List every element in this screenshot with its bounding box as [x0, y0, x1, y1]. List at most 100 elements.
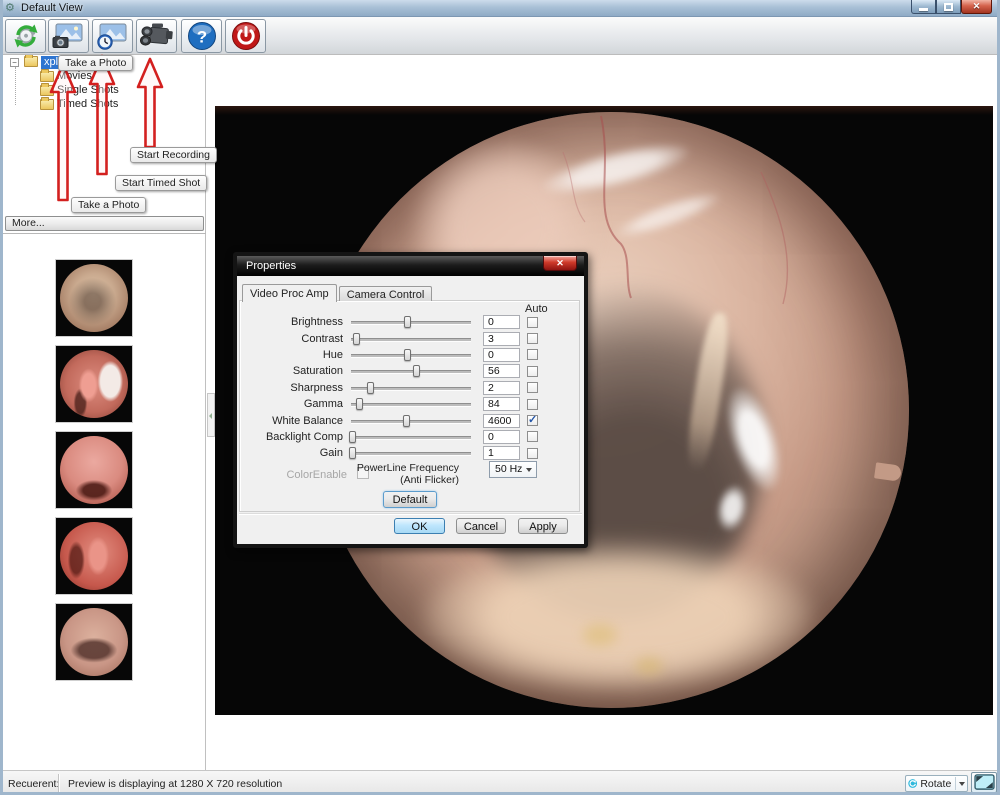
sharpness-value-field[interactable]: 2: [483, 381, 520, 395]
ok-button[interactable]: OK: [394, 518, 445, 534]
contrast-slider-thumb[interactable]: [353, 333, 360, 345]
timed-photo-button[interactable]: [92, 19, 133, 53]
white-balance-slider[interactable]: [351, 414, 471, 428]
nasopharynx-thumbnail[interactable]: [55, 603, 133, 681]
tree-connector: [15, 67, 16, 105]
dialog-titlebar[interactable]: Properties: [237, 256, 584, 276]
rotate-dropdown-icon[interactable]: [959, 782, 965, 786]
minimize-icon: [919, 8, 928, 11]
sharpness-auto-checkbox[interactable]: [527, 382, 538, 393]
slider-row-saturation: Saturation 56: [237, 363, 584, 379]
hue-slider-thumb[interactable]: [404, 349, 411, 361]
sharpness-slider-thumb[interactable]: [367, 382, 374, 394]
saturation-value-field[interactable]: 56: [483, 364, 520, 378]
tab-camera-control[interactable]: Camera Control: [339, 286, 433, 301]
white-balance-value-field[interactable]: 4600: [483, 414, 520, 428]
hue-slider[interactable]: [351, 348, 471, 362]
backlight-comp-auto-checkbox[interactable]: [527, 431, 538, 442]
folder-icon: [40, 85, 54, 96]
saturation-label: Saturation: [237, 365, 351, 377]
callout-start-timed-shot: Start Timed Shot: [115, 175, 207, 191]
contrast-value-field[interactable]: 3: [483, 332, 520, 346]
gamma-auto-checkbox[interactable]: [527, 399, 538, 410]
take-photo-button[interactable]: [48, 19, 89, 53]
gamma-value-field[interactable]: 84: [483, 397, 520, 411]
nasopharynx-thumbnail-image: [60, 608, 128, 676]
tree-item-timed-shots[interactable]: Timed Shots: [57, 98, 118, 111]
backlight-comp-slider[interactable]: [351, 430, 471, 444]
gain-slider[interactable]: [351, 446, 471, 460]
close-button[interactable]: ✕: [961, 0, 992, 14]
default-button[interactable]: Default: [383, 491, 437, 508]
slider-row-brightness: Brightness 0: [237, 314, 584, 330]
gain-auto-checkbox[interactable]: [527, 448, 538, 459]
statusbar: Recuerent: Preview is displaying at 1280…: [0, 770, 1000, 795]
dropdown-caret-icon: [526, 468, 532, 472]
sharpness-slider[interactable]: [351, 381, 471, 395]
slider-row-sharpness: Sharpness2: [237, 380, 584, 396]
app-window: ⚙ Default View ✕ ⚙? − xplor MoviesSingle…: [0, 0, 1000, 795]
hue-value-field[interactable]: 0: [483, 348, 520, 362]
saturation-slider-thumb[interactable]: [413, 365, 420, 377]
slider-row-backlight-comp: Backlight Comp0: [237, 429, 584, 445]
record-video-button[interactable]: [136, 19, 177, 53]
ear-canal-thumbnail[interactable]: [55, 259, 133, 337]
slider-row-white-balance: White Balance 4600 ✓: [237, 412, 584, 428]
gamma-slider[interactable]: [351, 397, 471, 411]
more-button[interactable]: More...: [5, 216, 204, 231]
brightness-label: Brightness: [237, 316, 351, 328]
powerline-frequency-select[interactable]: 50 Hz: [489, 461, 537, 478]
dialog-close-button[interactable]: ✕: [543, 256, 577, 271]
fullscreen-button[interactable]: [971, 772, 997, 793]
gamma-label: Gamma: [237, 398, 351, 410]
brightness-slider-thumb[interactable]: [404, 316, 411, 328]
power-button[interactable]: [225, 19, 266, 53]
nasal-passage-thumbnail[interactable]: [55, 345, 133, 423]
gamma-slider-thumb[interactable]: [356, 398, 363, 410]
close-icon: ✕: [973, 1, 981, 12]
white-balance-auto-checkbox[interactable]: ✓: [527, 415, 538, 426]
help-icon: ?: [187, 21, 217, 51]
settings-refresh-button[interactable]: ⚙: [5, 19, 46, 53]
backlight-comp-value-field[interactable]: 0: [483, 430, 520, 444]
gain-slider-thumb[interactable]: [349, 447, 356, 459]
contrast-slider[interactable]: [351, 332, 471, 346]
tab-video-proc-amp[interactable]: Video Proc Amp: [242, 284, 337, 302]
tree-item-single-shots[interactable]: Single Shots: [57, 84, 119, 97]
contrast-label: Contrast: [237, 333, 351, 345]
dialog-close-icon: ✕: [556, 258, 564, 268]
gain-value-field[interactable]: 1: [483, 446, 520, 460]
nasal-cavity-thumbnail[interactable]: [55, 517, 133, 595]
brightness-slider[interactable]: [351, 315, 471, 329]
hue-auto-checkbox[interactable]: [527, 349, 538, 360]
help-button[interactable]: ?: [181, 19, 222, 53]
maximize-button[interactable]: [936, 0, 961, 14]
saturation-slider[interactable]: [351, 364, 471, 378]
power-icon: [231, 21, 261, 51]
white-balance-label: White Balance: [237, 415, 351, 427]
record-video-icon: [139, 21, 174, 51]
minimize-button[interactable]: [911, 0, 936, 14]
gain-label: Gain: [237, 447, 351, 459]
contrast-auto-checkbox[interactable]: [527, 333, 538, 344]
folder-icon: [24, 56, 38, 67]
tree-item-movies[interactable]: Movies: [57, 70, 92, 83]
rotate-icon: [908, 777, 917, 790]
white-balance-slider-thumb[interactable]: [403, 415, 410, 427]
rotate-button[interactable]: Rotate: [905, 775, 968, 792]
saturation-auto-checkbox[interactable]: [527, 366, 538, 377]
tooltip-take-a-photo: Take a Photo: [58, 55, 133, 71]
cancel-button[interactable]: Cancel: [456, 518, 506, 534]
backlight-comp-slider-thumb[interactable]: [349, 431, 356, 443]
throat-larynx-thumbnail[interactable]: [55, 431, 133, 509]
window-controls: ✕: [911, 0, 992, 15]
take-photo-icon: [52, 22, 85, 51]
dialog-title: Properties: [246, 260, 296, 272]
brightness-auto-checkbox[interactable]: [527, 317, 538, 328]
maximize-icon: [944, 3, 953, 11]
brightness-value-field[interactable]: 0: [483, 315, 520, 329]
panel-splitter[interactable]: [207, 393, 215, 437]
apply-button[interactable]: Apply: [518, 518, 568, 534]
titlebar: ⚙ Default View ✕: [0, 0, 1000, 17]
tree-collapse-icon[interactable]: −: [10, 58, 19, 67]
